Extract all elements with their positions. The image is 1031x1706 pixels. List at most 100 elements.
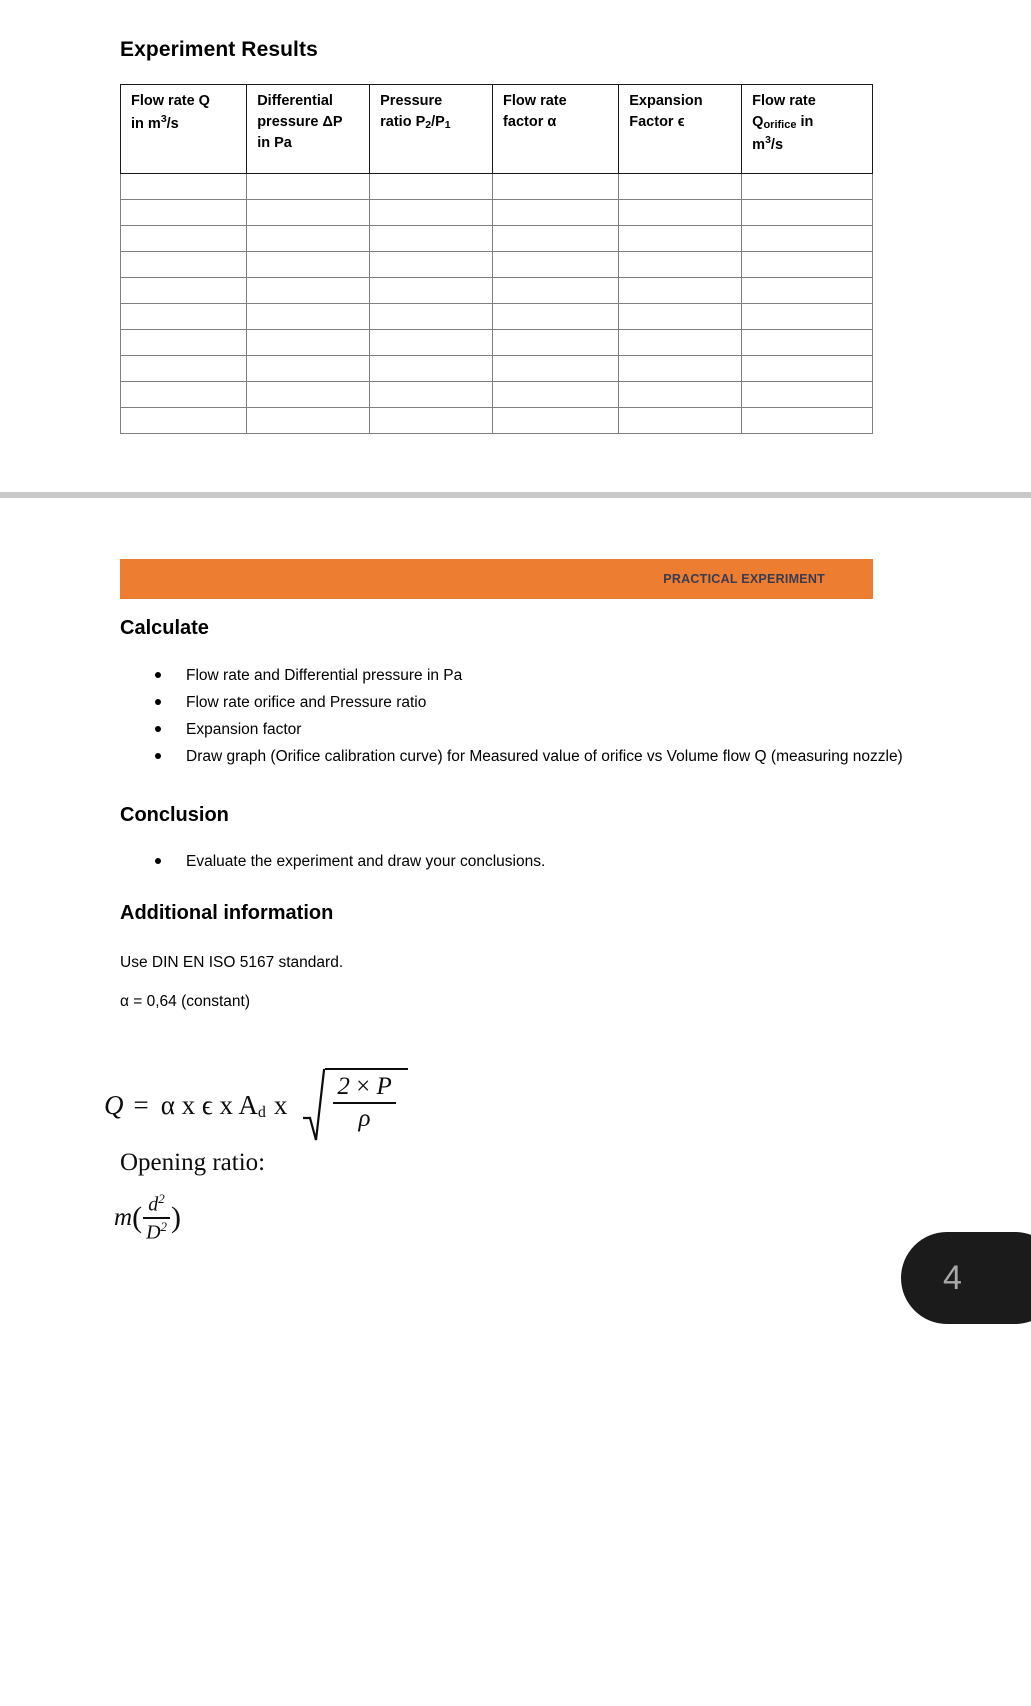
column-header-differential-pressure: Differential pressure ΔP in Pa [246, 84, 371, 174]
table-cell[interactable] [741, 251, 873, 278]
table-cell[interactable] [618, 381, 743, 408]
table-row [119, 277, 873, 304]
column-header-expansion-factor: Expansion Factor ϵ [618, 84, 743, 174]
standard-reference-text: Use DIN EN ISO 5167 standard. [120, 954, 344, 971]
column-header-line1: Pressure [380, 93, 443, 109]
table-cell[interactable] [741, 329, 873, 356]
table-cell[interactable] [741, 407, 873, 434]
table-row [119, 329, 873, 356]
table-cell[interactable] [618, 329, 743, 356]
table-cell[interactable] [369, 225, 494, 252]
table-cell[interactable] [741, 225, 873, 252]
table-cell[interactable] [246, 277, 371, 304]
column-header-line2: factor α [503, 114, 557, 131]
table-cell[interactable] [246, 329, 371, 356]
column-header-line2: ratio P2/P1 [380, 114, 451, 132]
formula-subscript-d: d [257, 1103, 266, 1121]
column-header-line3: m3/s [752, 134, 784, 153]
table-cell[interactable] [369, 303, 494, 330]
table-cell[interactable] [246, 199, 371, 226]
list-item: Evaluate the experiment and draw your co… [150, 848, 545, 875]
table-cell[interactable] [119, 199, 248, 226]
table-cell[interactable] [741, 381, 873, 408]
table-cell[interactable] [741, 277, 873, 304]
table-cell[interactable] [618, 407, 743, 434]
table-cell[interactable] [246, 173, 371, 200]
table-cell[interactable] [741, 303, 873, 330]
table-cell[interactable] [119, 381, 248, 408]
table-cell[interactable] [369, 277, 494, 304]
table-cell[interactable] [741, 173, 873, 200]
floating-page-counter-pill[interactable]: 4 [901, 1232, 1031, 1324]
table-cell[interactable] [369, 329, 494, 356]
table-cell[interactable] [246, 303, 371, 330]
table-cell[interactable] [119, 355, 248, 382]
table-cell[interactable] [119, 277, 248, 304]
table-cell[interactable] [369, 355, 494, 382]
list-item-label: Evaluate the experiment and draw your co… [186, 853, 546, 870]
table-cell[interactable] [119, 407, 248, 434]
table-cell[interactable] [369, 173, 494, 200]
numerator-exponent: 2 [158, 1191, 165, 1206]
table-cell[interactable] [119, 251, 248, 278]
opening-ratio-fraction: d2 D2 [143, 1191, 171, 1244]
table-cell[interactable] [618, 355, 743, 382]
table-cell[interactable] [618, 277, 743, 304]
table-cell[interactable] [618, 251, 743, 278]
table-cell[interactable] [369, 381, 494, 408]
table-cell[interactable] [618, 173, 743, 200]
page-title: Experiment Results [120, 38, 318, 61]
calculate-heading: Calculate [120, 617, 209, 639]
table-cell[interactable] [492, 225, 620, 252]
table-cell[interactable] [492, 355, 620, 382]
opening-ratio-symbol: m [114, 1203, 133, 1231]
table-cell[interactable] [119, 303, 248, 330]
table-cell[interactable] [369, 199, 494, 226]
table-cell[interactable] [492, 277, 620, 304]
table-cell[interactable] [369, 407, 494, 434]
table-cell[interactable] [492, 173, 620, 200]
formula-lhs: Q [104, 1089, 124, 1120]
column-header-flow-rate-orifice: Flow rate Qorifice in m3/s [741, 84, 873, 174]
table-cell[interactable] [492, 329, 620, 356]
table-cell[interactable] [492, 199, 620, 226]
practical-experiment-banner: PRACTICAL EXPERIMENT [120, 559, 873, 599]
table-cell[interactable] [618, 199, 743, 226]
table-row [119, 251, 873, 278]
table-cell[interactable] [119, 329, 248, 356]
additional-information-heading: Additional information [120, 902, 334, 924]
denominator-exponent: 2 [160, 1218, 168, 1234]
bullet-icon [155, 672, 161, 678]
table-cell[interactable] [246, 355, 371, 382]
numerator-base: d [148, 1193, 159, 1216]
table-cell[interactable] [246, 407, 371, 434]
table-cell[interactable] [246, 225, 371, 252]
column-header-line1: Differential [257, 93, 333, 109]
table-cell[interactable] [119, 225, 248, 252]
list-item: Expansion factor [150, 716, 906, 743]
column-header-line2: Factor ϵ [629, 114, 685, 131]
table-cell[interactable] [246, 381, 371, 408]
banner-label: PRACTICAL EXPERIMENT [663, 572, 825, 586]
table-cell[interactable] [741, 355, 873, 382]
table-cell[interactable] [618, 303, 743, 330]
open-paren: ( [132, 1200, 143, 1234]
table-cell[interactable] [618, 225, 743, 252]
flow-rate-formula: Q = α x ϵ x Ad x 2 × P ρ [104, 1068, 408, 1142]
list-item-label: Expansion factor [186, 721, 302, 738]
column-header-flow-rate-q: Flow rate Q in m3/s [119, 84, 248, 174]
table-cell[interactable] [741, 199, 873, 226]
table-cell[interactable] [119, 173, 248, 200]
table-cell[interactable] [492, 407, 620, 434]
table-cell[interactable] [369, 251, 494, 278]
column-header-line1: Flow rate [752, 93, 816, 109]
conclusion-heading: Conclusion [120, 804, 229, 826]
table-header-row: Flow rate Q in m3/s Differential pressur… [119, 84, 873, 174]
bullet-icon [155, 699, 161, 705]
table-cell[interactable] [492, 303, 620, 330]
table-cell[interactable] [246, 251, 371, 278]
table-cell[interactable] [492, 381, 620, 408]
table-cell[interactable] [492, 251, 620, 278]
opening-ratio-formula: m ( d2 D2 ) [114, 1191, 181, 1244]
column-header-flow-rate-factor: Flow rate factor α [492, 84, 620, 174]
